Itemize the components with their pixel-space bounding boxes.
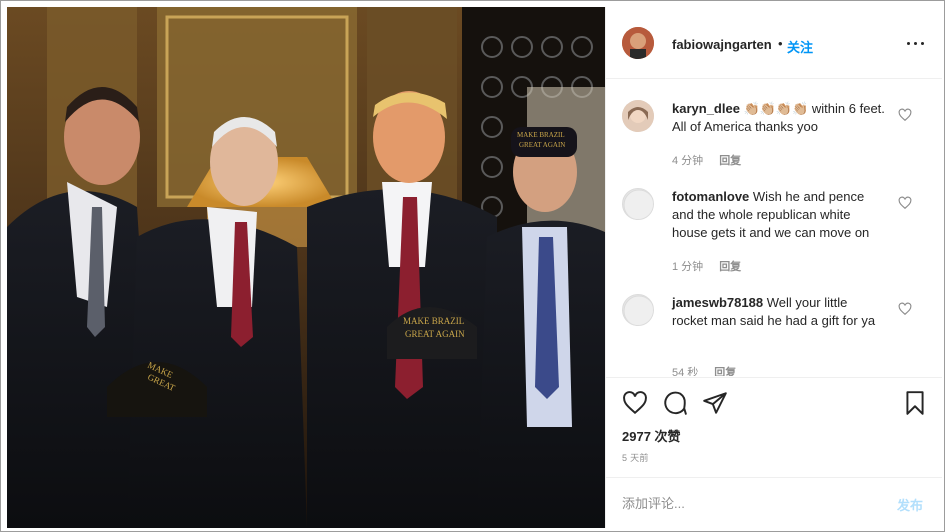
post-author-avatar[interactable] — [622, 27, 654, 59]
post-header: fabiowajngarten • 关注 — [606, 7, 942, 79]
post-timestamp: 5 天前 — [622, 453, 649, 463]
comment-meta: 1 分钟 回复 — [672, 258, 741, 274]
heart-icon[interactable] — [898, 108, 912, 122]
hat-text-line2: GREAT AGAIN — [405, 329, 465, 339]
comment-time: 4 分钟 — [672, 155, 704, 167]
post-photo[interactable]: MAKE BRAZIL GREAT AGAIN MAKE BRAZIL GREA… — [7, 7, 605, 528]
likes-count[interactable]: 2977 次赞 — [622, 426, 681, 445]
follow-button[interactable]: 关注 — [787, 37, 813, 56]
heart-icon[interactable] — [898, 302, 912, 316]
post-actions: 2977 次赞 5 天前 — [606, 377, 942, 477]
share-icon[interactable] — [702, 390, 728, 416]
svg-text:GREAT AGAIN: GREAT AGAIN — [519, 141, 565, 149]
comment-username[interactable]: karyn_dlee — [672, 101, 740, 116]
reply-button[interactable]: 回复 — [719, 152, 741, 168]
more-horizontal-icon[interactable] — [906, 33, 926, 53]
bookmark-icon[interactable] — [902, 390, 928, 416]
photo-illustration: MAKE BRAZIL GREAT AGAIN MAKE BRAZIL GREA… — [7, 7, 605, 528]
comment-avatar[interactable] — [622, 100, 654, 132]
post-author-username[interactable]: fabiowajngarten — [672, 37, 772, 52]
comment-body: fotomanlove Wish he and pence and the wh… — [672, 188, 886, 242]
comment-icon[interactable] — [662, 390, 688, 416]
svg-text:MAKE BRAZIL: MAKE BRAZIL — [517, 131, 565, 139]
comment-avatar[interactable] — [622, 294, 654, 326]
default-avatar-icon — [623, 189, 653, 219]
heart-icon[interactable] — [898, 196, 912, 210]
add-comment-bar: 发布 — [606, 477, 942, 528]
reply-button[interactable]: 回复 — [719, 258, 741, 274]
post-side-panel: fabiowajngarten • 关注 karyn_dlee 👏🏼👏🏼👏🏼👏🏼 — [605, 7, 942, 528]
hat-text-line1: MAKE BRAZIL — [403, 316, 464, 326]
comment-time: 54 秒 — [672, 367, 699, 376]
default-avatar-icon — [623, 295, 653, 325]
reply-button[interactable]: 回复 — [714, 364, 736, 376]
header-separator: • — [778, 36, 783, 51]
comment-time: 1 分钟 — [672, 261, 704, 273]
comment-meta: 4 分钟 回复 — [672, 152, 741, 168]
heart-icon[interactable] — [622, 390, 648, 416]
comment-meta: 54 秒 回复 — [672, 364, 736, 376]
comment-avatar[interactable] — [622, 188, 654, 220]
instagram-post-window: MAKE BRAZIL GREAT AGAIN MAKE BRAZIL GREA… — [0, 0, 945, 532]
avatar-image — [622, 100, 654, 132]
comment-body: jameswb78188 Well your little rocket man… — [672, 294, 886, 330]
comment-input[interactable] — [622, 490, 882, 516]
comment-body: karyn_dlee 👏🏼👏🏼👏🏼👏🏼 within 6 feet. All o… — [672, 100, 886, 136]
comment-username[interactable]: jameswb78188 — [672, 295, 763, 310]
comment-username[interactable]: fotomanlove — [672, 189, 749, 204]
post-comment-button[interactable]: 发布 — [897, 495, 923, 514]
avatar-image — [622, 27, 654, 59]
comments-list: karyn_dlee 👏🏼👏🏼👏🏼👏🏼 within 6 feet. All o… — [606, 80, 942, 376]
